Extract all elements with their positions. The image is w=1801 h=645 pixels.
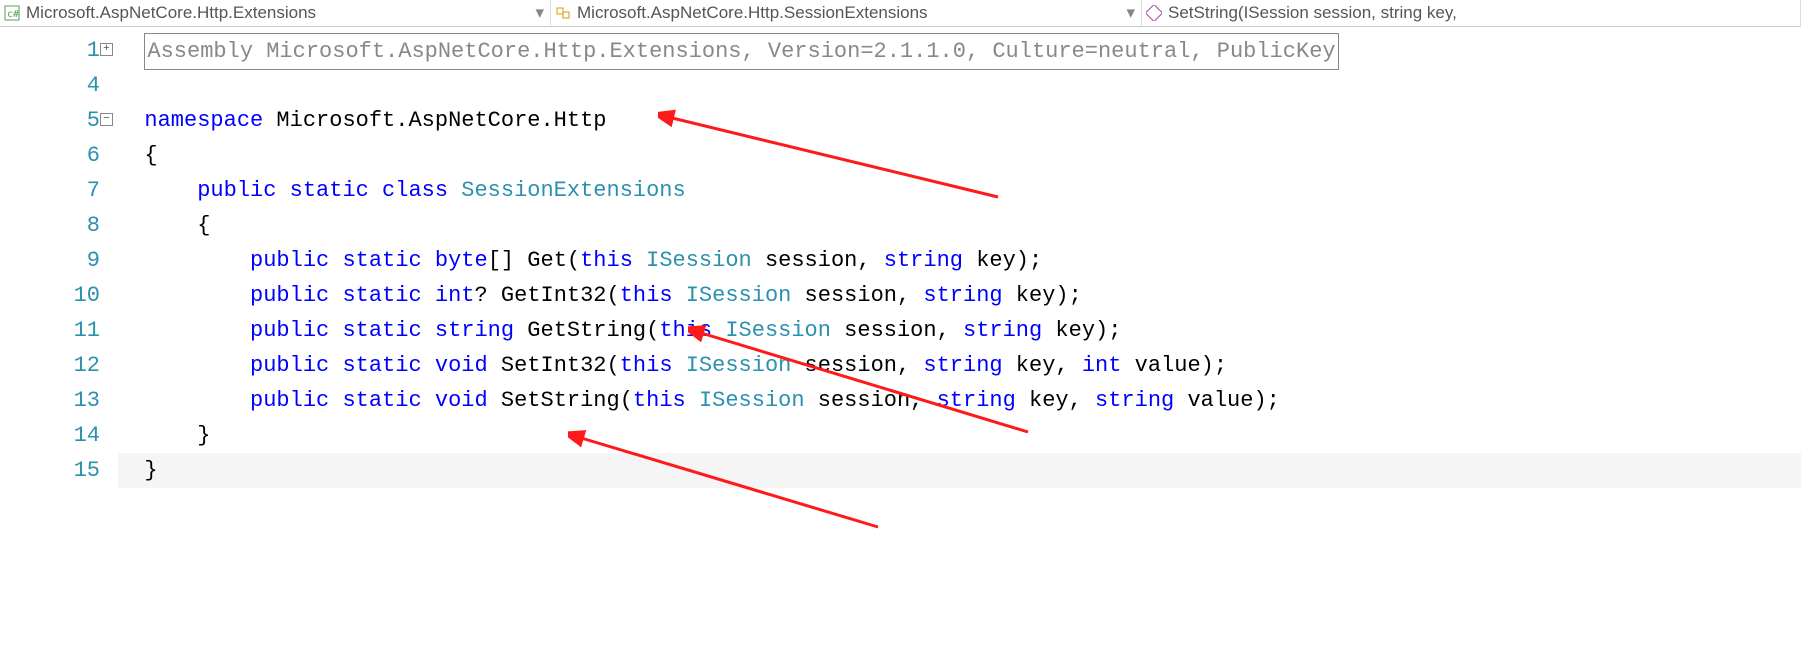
code-line: public static void SetString(this ISessi… [118,383,1801,418]
text: value); [1174,388,1280,413]
type: ISession [686,283,792,308]
code-line: +Assembly Microsoft.AspNetCore.Http.Exte… [118,33,1801,68]
text: session, [831,318,963,343]
keyword: this [580,248,646,273]
text: ? GetInt32( [474,283,619,308]
text: key); [963,248,1042,273]
text: key); [1003,283,1082,308]
code-line: public static int? GetInt32(this ISessio… [118,278,1801,313]
keyword: namespace [144,108,263,133]
brace: { [144,143,157,168]
text: GetString( [514,318,659,343]
keyword: void [435,353,488,378]
code-line [118,68,1801,103]
text: key, [1003,353,1082,378]
keyword: this [620,283,686,308]
code-line: } [118,453,1801,488]
text: key, [1016,388,1095,413]
assembly-info: Assembly Microsoft.AspNetCore.Http.Exten… [144,33,1338,70]
class-name: SessionExtensions [461,178,685,203]
nav-assembly[interactable]: c# Microsoft.AspNetCore.Http.Extensions … [0,0,551,26]
keyword: void [435,388,488,413]
code-line: { [118,208,1801,243]
text: SetInt32( [488,353,620,378]
keyword: public static [250,388,435,413]
text: key); [1042,318,1121,343]
fold-expand-icon[interactable]: + [100,43,113,56]
text: session, [791,283,923,308]
code-area[interactable]: +Assembly Microsoft.AspNetCore.Http.Exte… [118,27,1801,488]
keyword: string [937,388,1016,413]
line-number-gutter: 1 4 5 6 7 8 9 10 11 12 13 14 15 [0,27,118,488]
text: session, [791,353,923,378]
keyword: public static [250,353,435,378]
chevron-down-icon: ▾ [535,3,544,23]
line-number: 10 [0,278,100,313]
keyword: string [923,353,1002,378]
type: ISession [725,318,831,343]
keyword: int [435,283,475,308]
nav-assembly-label: Microsoft.AspNetCore.Http.Extensions [26,3,529,23]
keyword: string [435,318,514,343]
line-number: 14 [0,418,100,453]
keyword: public static [250,318,435,343]
keyword: int [1082,353,1122,378]
svg-text:c#: c# [7,9,19,20]
line-number: 6 [0,138,100,173]
type: ISession [646,248,752,273]
keyword: string [1095,388,1174,413]
line-number: 8 [0,208,100,243]
keyword: public static [250,283,435,308]
code-line: } [118,418,1801,453]
line-number: 4 [0,68,100,103]
line-number: 1 [0,33,100,68]
class-icon [555,5,571,21]
code-line: public static void SetInt32(this ISessio… [118,348,1801,383]
brace: } [144,458,157,483]
namespace-name: Microsoft.AspNetCore.Http [263,108,606,133]
keyword: public static [250,248,435,273]
chevron-down-icon: ▾ [1126,3,1135,23]
code-line: { [118,138,1801,173]
nav-bar: c# Microsoft.AspNetCore.Http.Extensions … [0,0,1801,27]
text: SetString( [488,388,633,413]
type: ISession [686,353,792,378]
code-line: public static class SessionExtensions [118,173,1801,208]
csharp-file-icon: c# [4,5,20,21]
keyword: this [633,388,699,413]
nav-type-label: Microsoft.AspNetCore.Http.SessionExtensi… [577,3,1120,23]
keyword: string [963,318,1042,343]
text: session, [752,248,884,273]
text: [] Get( [488,248,580,273]
keyword: this [659,318,725,343]
code-line: public static string GetString(this ISes… [118,313,1801,348]
nav-member-label: SetString(ISession session, string key, [1168,3,1794,23]
fold-collapse-icon[interactable]: − [100,113,113,126]
line-number: 15 [0,453,100,488]
text: value); [1121,353,1227,378]
line-number: 5 [0,103,100,138]
line-number: 9 [0,243,100,278]
nav-member[interactable]: SetString(ISession session, string key, [1142,0,1801,26]
line-number: 11 [0,313,100,348]
brace: } [197,423,210,448]
code-editor[interactable]: 1 4 5 6 7 8 9 10 11 12 13 14 15 +Assembl… [0,27,1801,488]
line-number: 7 [0,173,100,208]
brace: { [197,213,210,238]
keyword: public static class [197,178,461,203]
line-number: 12 [0,348,100,383]
code-line: public static byte[] Get(this ISession s… [118,243,1801,278]
text: session, [805,388,937,413]
keyword: string [884,248,963,273]
keyword: byte [435,248,488,273]
keyword: this [620,353,686,378]
keyword: string [923,283,1002,308]
nav-type[interactable]: Microsoft.AspNetCore.Http.SessionExtensi… [551,0,1142,26]
code-line: −namespace Microsoft.AspNetCore.Http [118,103,1801,138]
line-number: 13 [0,383,100,418]
type: ISession [699,388,805,413]
method-icon [1146,5,1162,21]
